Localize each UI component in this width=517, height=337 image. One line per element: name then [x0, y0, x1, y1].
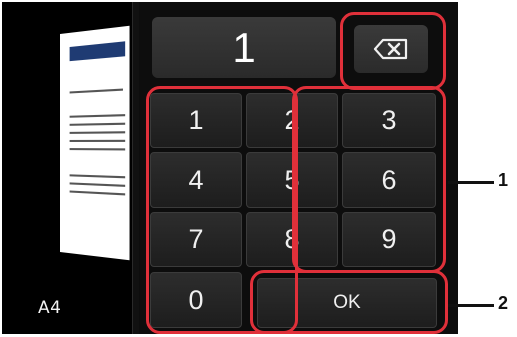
printer-touch-screen: A4 1 1 2 3 4 5 6 7 8 9 0 OK — [2, 2, 458, 334]
key-2[interactable]: 2 — [246, 93, 338, 148]
preview-text-line — [69, 131, 126, 134]
callout-number-2: 2 — [498, 293, 509, 313]
key-3[interactable]: 3 — [342, 93, 436, 148]
key-9[interactable]: 9 — [342, 212, 436, 267]
document-preview-thumbnail — [60, 25, 130, 261]
preview-text-line — [69, 190, 126, 196]
preview-text-line — [69, 114, 126, 118]
paper-size-label: A4 — [38, 298, 62, 318]
ok-button[interactable]: OK — [257, 278, 437, 328]
key-7[interactable]: 7 — [150, 212, 242, 267]
preview-text-line — [69, 139, 126, 142]
callout-number-1: 1 — [498, 170, 509, 190]
preview-text-line — [69, 174, 126, 179]
key-0[interactable]: 0 — [150, 272, 242, 328]
key-5[interactable]: 5 — [246, 152, 338, 208]
callout-line-2 — [448, 304, 494, 307]
preview-text-line — [69, 122, 126, 126]
backspace-button[interactable] — [354, 25, 428, 73]
preview-header-block — [69, 41, 126, 62]
callout-line-1 — [448, 181, 494, 184]
key-8[interactable]: 8 — [246, 212, 338, 267]
number-display: 1 — [152, 17, 336, 78]
key-6[interactable]: 6 — [342, 152, 436, 208]
panel-divider — [132, 2, 139, 334]
backspace-icon — [373, 38, 408, 60]
key-1[interactable]: 1 — [150, 93, 242, 148]
document-preview-panel: A4 — [2, 2, 132, 334]
preview-text-line — [69, 182, 126, 187]
key-4[interactable]: 4 — [150, 152, 242, 208]
preview-text-line — [69, 88, 123, 94]
preview-text-line — [69, 148, 126, 151]
